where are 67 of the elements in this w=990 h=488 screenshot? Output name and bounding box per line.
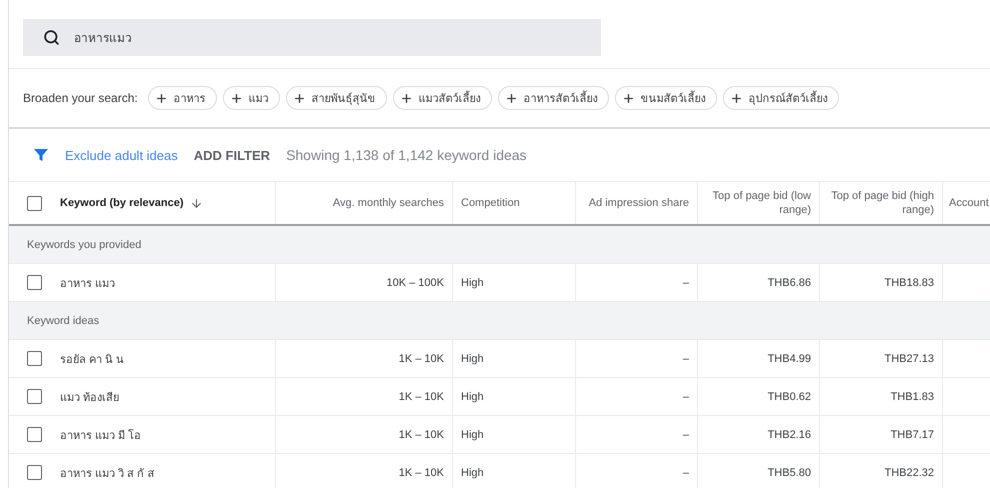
table-cell: THB4.99 (768, 352, 811, 364)
suggestion-chip[interactable]: สายพันธุ์สุนัข (286, 86, 387, 110)
table-cell: High (461, 352, 484, 364)
column-header[interactable]: Account (949, 196, 989, 210)
search-icon (43, 29, 60, 46)
table-cell: High (461, 428, 484, 440)
suggestion-chip[interactable]: แมวสัตว์เลี้ยง (392, 86, 492, 110)
filter-icon[interactable] (33, 147, 49, 163)
suggestion-chip[interactable]: อุปกรณ์สัตว์เลี้ยง (722, 86, 839, 110)
suggestion-chip[interactable]: แมว (222, 86, 280, 110)
column-header[interactable]: Competition (461, 196, 520, 210)
checkbox[interactable] (27, 427, 42, 442)
checkbox[interactable] (27, 275, 42, 290)
table-cell: 1K – 10K (398, 352, 444, 364)
table-cell: THB18.83 (884, 276, 934, 288)
table-cell: THB22.32 (884, 466, 934, 478)
keyword-text: อาหาร แมว (60, 276, 116, 292)
results-summary: Showing 1,138 of 1,142 keyword ideas (286, 147, 527, 163)
checkbox[interactable] (27, 465, 42, 480)
add-filter-button[interactable]: ADD FILTER (194, 148, 270, 162)
table-cell: – (682, 390, 689, 402)
broaden-label: Broaden your search: (23, 91, 138, 105)
table-cell: – (682, 276, 689, 288)
table-cell: THB2.16 (768, 428, 811, 440)
table-cell: 10K – 100K (386, 276, 444, 288)
column-header[interactable]: Avg. monthly searches (332, 196, 444, 210)
table-cell: High (461, 466, 484, 478)
sort-arrow-icon[interactable] (190, 196, 202, 210)
suggestion-chip[interactable]: ขนมสัตว์เลี้ยง (614, 86, 717, 110)
group-label: Keywords you provided (27, 238, 142, 250)
table-cell: High (461, 276, 484, 288)
plus-icon (292, 92, 306, 104)
keyword-text: แมว ท้องเสีย (60, 390, 120, 406)
table-cell: THB6.86 (768, 276, 811, 288)
column-header[interactable]: Top of page bid (high range) (828, 188, 934, 218)
table-cell: THB1.83 (890, 390, 934, 402)
suggestion-chip[interactable]: อาหารสัตว์เลี้ยง (498, 86, 609, 110)
plus-icon (504, 92, 518, 104)
table-cell: 1K – 10K (398, 390, 444, 402)
exclude-adult-link[interactable]: Exclude adult ideas (65, 148, 178, 162)
column-header[interactable]: Ad impression share (588, 196, 689, 210)
table-cell: High (461, 390, 484, 402)
keyword-text: อาหาร แมว มี โอ (60, 428, 142, 444)
table-cell: – (682, 352, 689, 364)
checkbox[interactable] (27, 351, 42, 366)
keyword-text: รอยัล คา นิ น (60, 352, 124, 368)
plus-icon (230, 92, 243, 104)
table-cell: 1K – 10K (398, 466, 444, 478)
group-label: Keyword ideas (27, 314, 100, 326)
keyword-text: อาหาร แมว วิ ส กั ส (60, 466, 154, 482)
table-cell: THB27.13 (884, 352, 934, 364)
table-cell: THB5.80 (768, 466, 811, 478)
suggestion-chip[interactable]: อาหาร (148, 86, 217, 110)
column-header[interactable]: Keyword (by relevance) (60, 196, 184, 210)
table-cell: 1K – 10K (398, 428, 444, 440)
checkbox[interactable] (27, 196, 42, 210)
column-header[interactable]: Top of page bid (low range) (706, 188, 811, 218)
plus-icon (400, 92, 413, 104)
plus-icon (622, 92, 635, 104)
plus-icon (730, 92, 743, 104)
checkbox[interactable] (27, 389, 42, 404)
table-cell: – (682, 428, 689, 440)
plus-icon (154, 92, 168, 104)
table-cell: THB7.17 (890, 428, 934, 440)
search-field[interactable]: อาหารแมว (23, 19, 601, 56)
table-cell: – (682, 466, 689, 478)
table-cell: THB0.62 (768, 390, 811, 402)
